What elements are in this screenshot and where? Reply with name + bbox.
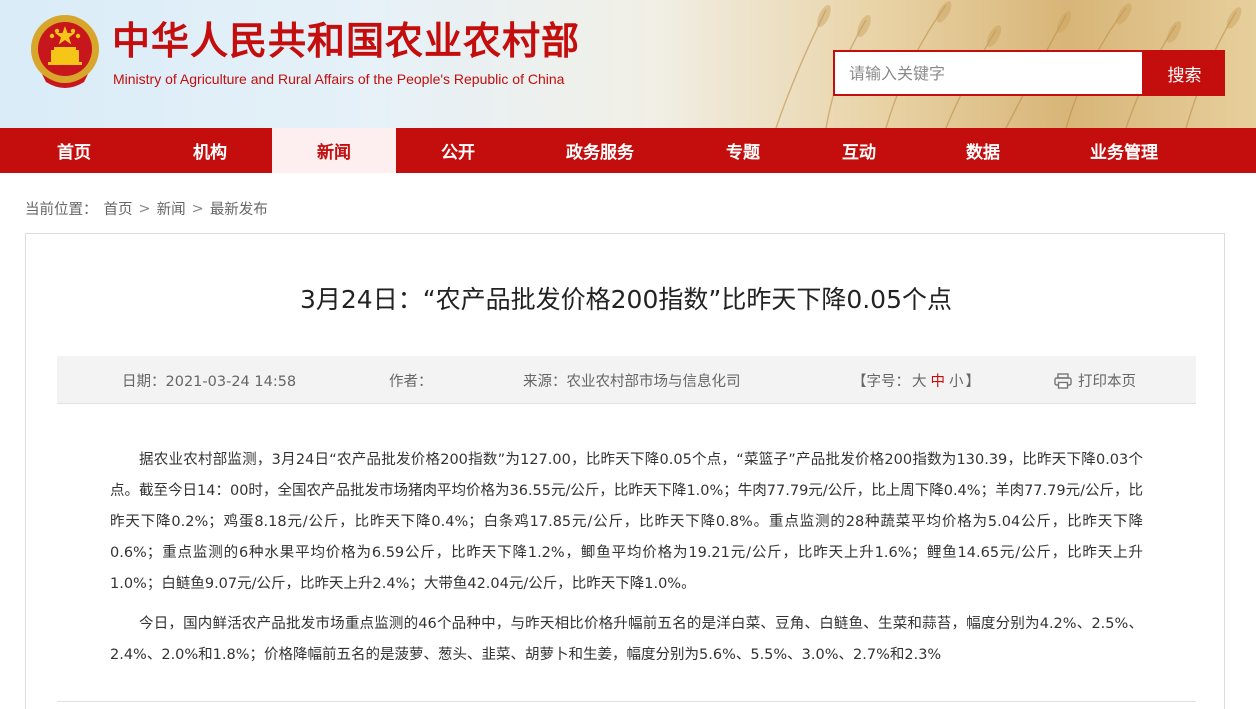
breadcrumb-latest-link[interactable]: 最新发布 (210, 198, 268, 219)
site-subtitle: Ministry of Agriculture and Rural Affair… (113, 71, 565, 87)
article-container: 3月24日：“农产品批发价格200指数”比昨天下降0.05个点 日期：2021-… (25, 233, 1225, 709)
divider (57, 701, 1196, 702)
search-button[interactable]: 搜索 (1144, 50, 1225, 96)
author: 作者： (389, 374, 433, 390)
breadcrumb-home-link[interactable]: 首页 (104, 198, 133, 219)
breadcrumb-separator: > (138, 200, 151, 217)
nav-item-public[interactable]: 公开 (396, 128, 520, 173)
nav-item-home[interactable]: 首页 (0, 128, 148, 173)
font-size-small-button[interactable]: 小 (949, 374, 964, 390)
breadcrumb: 当前位置： 首页 > 新闻 > 最新发布 (25, 198, 268, 219)
breadcrumb-prefix: 当前位置： (25, 202, 98, 218)
breadcrumb-news-link[interactable]: 新闻 (157, 198, 186, 219)
font-size-large-button[interactable]: 大 (912, 374, 927, 390)
article-paragraph: 今日，国内鲜活农产品批发市场重点监测的46个品种中，与昨天相比价格升幅前五名的是… (110, 616, 1143, 663)
print-label: 打印本页 (1078, 374, 1136, 390)
nav-item-news[interactable]: 新闻 (272, 128, 396, 173)
printer-icon (1054, 372, 1072, 389)
breadcrumb-separator: > (191, 200, 204, 217)
print-button[interactable]: 打印本页 (1054, 370, 1136, 391)
search-input[interactable] (835, 52, 1142, 94)
article-body: 据农业农村部监测，3月24日“农产品批发价格200指数”为127.00，比昨天下… (110, 445, 1143, 680)
nav-item-data[interactable]: 数据 (912, 128, 1054, 173)
publish-date: 日期：2021-03-24 14:58 (122, 374, 297, 390)
font-size-medium-button[interactable]: 中 (931, 374, 946, 390)
font-size-control: 【字号：大中小】 (852, 370, 980, 391)
font-size-bracket: 】 (965, 374, 981, 390)
nav-item-organization[interactable]: 机构 (148, 128, 272, 173)
source: 来源：农业农村部市场与信息化司 (523, 374, 741, 390)
national-emblem-icon (31, 15, 99, 88)
main-nav: 首页 机构 新闻 公开 政务服务 专题 互动 数据 业务管理 (0, 128, 1256, 173)
article-title: 3月24日：“农产品批发价格200指数”比昨天下降0.05个点 (299, 285, 952, 314)
site-title: 中华人民共和国农业农村部 (112, 19, 581, 63)
article-paragraph: 据农业农村部监测，3月24日“农产品批发价格200指数”为127.00，比昨天下… (110, 452, 1143, 592)
nav-item-topics[interactable]: 专题 (680, 128, 806, 173)
header-banner: 中华人民共和国农业农村部 Ministry of Agriculture and… (0, 0, 1256, 128)
font-size-label: 【字号： (852, 374, 910, 390)
nav-item-gov-services[interactable]: 政务服务 (520, 128, 680, 173)
nav-item-business-management[interactable]: 业务管理 (1054, 128, 1194, 173)
search-box (833, 50, 1144, 96)
nav-item-interaction[interactable]: 互动 (806, 128, 912, 173)
article-meta-bar: 日期：2021-03-24 14:58 作者： 来源：农业农村部市场与信息化司 … (57, 356, 1196, 404)
